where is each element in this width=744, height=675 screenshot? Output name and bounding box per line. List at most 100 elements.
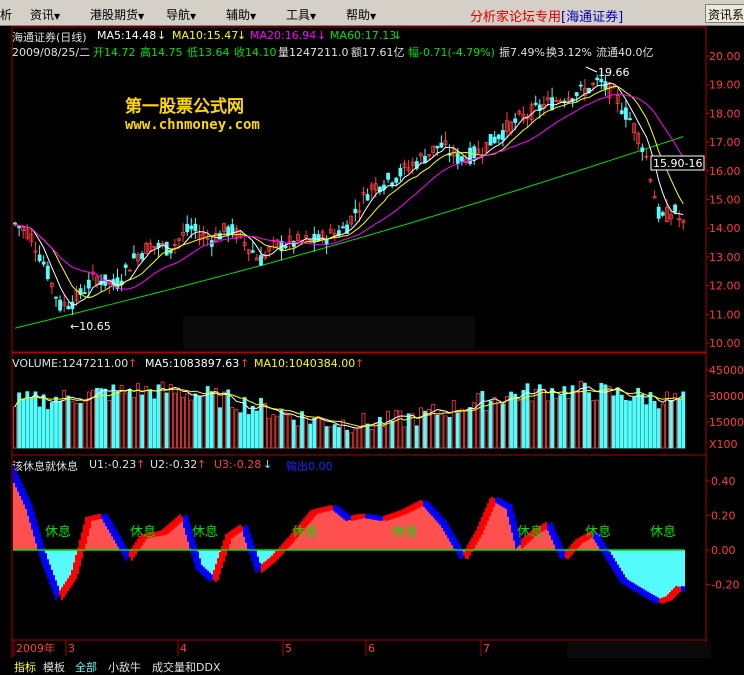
candle-body (493, 137, 496, 143)
volume-bar (219, 408, 222, 448)
indicator-neg-bar (665, 550, 667, 598)
indicator-pos-bar (111, 534, 113, 550)
volume-bar (542, 389, 545, 448)
stock-chart[interactable]: 20.0019.0018.0017.0016.0015.0014.0013.00… (0, 0, 744, 674)
candle-body (620, 111, 623, 114)
tab-template[interactable]: 模板 (43, 659, 65, 675)
volume-bar (157, 385, 160, 448)
indicator-pos-bar (21, 498, 23, 550)
indicator-edge (319, 508, 321, 514)
indicator-edge (33, 512, 35, 537)
candle-body (456, 153, 459, 163)
indicator-edge (197, 551, 199, 571)
volume-bar (534, 389, 537, 448)
indicator-pos-bar (243, 535, 245, 550)
indicator-edge (247, 527, 249, 549)
volume-bar (190, 400, 193, 448)
indicator-neg-bar (643, 550, 645, 595)
indicator-pos-bar (509, 523, 511, 550)
volume-bar (641, 395, 644, 448)
indicator-pos-bar (15, 485, 17, 550)
volume-bar (132, 398, 135, 448)
indicator-pos-bar (429, 512, 431, 550)
indicator-edge (47, 559, 49, 579)
volume-bar (313, 418, 316, 448)
indicator-edge (581, 536, 583, 543)
volume-bar (547, 401, 550, 448)
volume-bar (280, 410, 283, 448)
indicator-edge (361, 514, 363, 519)
candle-body (489, 134, 492, 145)
indicator-edge (643, 589, 645, 597)
indicator-edge (441, 517, 443, 528)
volume-bar (325, 427, 328, 448)
indicator-neg-bar (671, 550, 673, 592)
tab-small-bull[interactable]: 小敌牛 (108, 659, 141, 675)
indicator-neg-bar (657, 550, 659, 601)
high-price-label: 19.66 (598, 66, 630, 79)
indicator-neg-bar (663, 550, 665, 599)
indicator-edge (469, 541, 471, 555)
indicator-edge (39, 532, 41, 557)
volume-bar (321, 420, 324, 448)
indicator-pos-bar (381, 519, 383, 550)
tab-indicator[interactable]: 指标 (14, 659, 36, 675)
indicator-edge (27, 496, 29, 516)
candle-body (165, 242, 168, 255)
indicator-tick-label: -0.20 (711, 579, 739, 592)
indicator-edge (117, 532, 119, 546)
indicator-edge (201, 565, 203, 575)
candle-body (14, 223, 17, 224)
indicator-edge (439, 514, 441, 525)
indicator-edge (403, 508, 405, 515)
indicator-edge (553, 527, 555, 545)
volume-bar (391, 421, 394, 448)
candle-body (186, 224, 189, 231)
volume-bar (370, 429, 373, 448)
volume-bar (477, 394, 480, 448)
indicator-edge (651, 594, 653, 601)
axis-ticks: 20.0019.0018.0017.0016.0015.0014.0013.00… (706, 50, 744, 592)
volume-bar (149, 390, 152, 448)
indicator-edge (627, 580, 629, 588)
indicator-pos-bar (321, 509, 323, 550)
volume-bar (678, 399, 681, 448)
indicator-edge (89, 516, 91, 529)
indicator-edge (243, 526, 245, 537)
time-label: 3 (68, 642, 75, 655)
indicator-pos-bar (383, 518, 385, 550)
time-label: 4 (180, 642, 187, 655)
tab-all[interactable]: 全部 (75, 659, 97, 675)
volume-bar (555, 398, 558, 448)
candle-body (534, 103, 537, 104)
volume-bar (202, 396, 205, 448)
price-tick-label: 12.00 (709, 280, 741, 293)
volume-bar (670, 400, 673, 448)
indicator-edge (545, 522, 547, 529)
volume-bar (38, 407, 41, 448)
candle-body (440, 143, 443, 147)
price-tick-label: 16.00 (709, 165, 741, 178)
indicator-edge (453, 534, 455, 548)
indicator-pos-bar (419, 502, 421, 550)
volume-bar (567, 399, 570, 448)
candle-body (132, 254, 135, 258)
volume-bar (350, 433, 353, 448)
candle-body (657, 207, 660, 218)
candle-body (424, 156, 427, 162)
volume-bar (75, 404, 78, 448)
tab-volume-ddx[interactable]: 成交量和DDX (152, 659, 220, 675)
indicator-edge (119, 536, 121, 550)
volume-bar (411, 414, 414, 448)
volume-bar (440, 411, 443, 448)
indicator-edge (619, 568, 621, 582)
volume-bar (452, 400, 455, 448)
volume-bar (153, 399, 156, 448)
indicator-edge (495, 499, 497, 504)
indicator-edge (543, 523, 545, 530)
volume-bar (362, 413, 365, 448)
indicator-edge (207, 571, 209, 581)
indicator-edge (255, 551, 257, 573)
volume-bar (571, 386, 574, 448)
tab-bar: 指标 模板 全部 小敌牛 成交量和DDX (0, 658, 744, 674)
